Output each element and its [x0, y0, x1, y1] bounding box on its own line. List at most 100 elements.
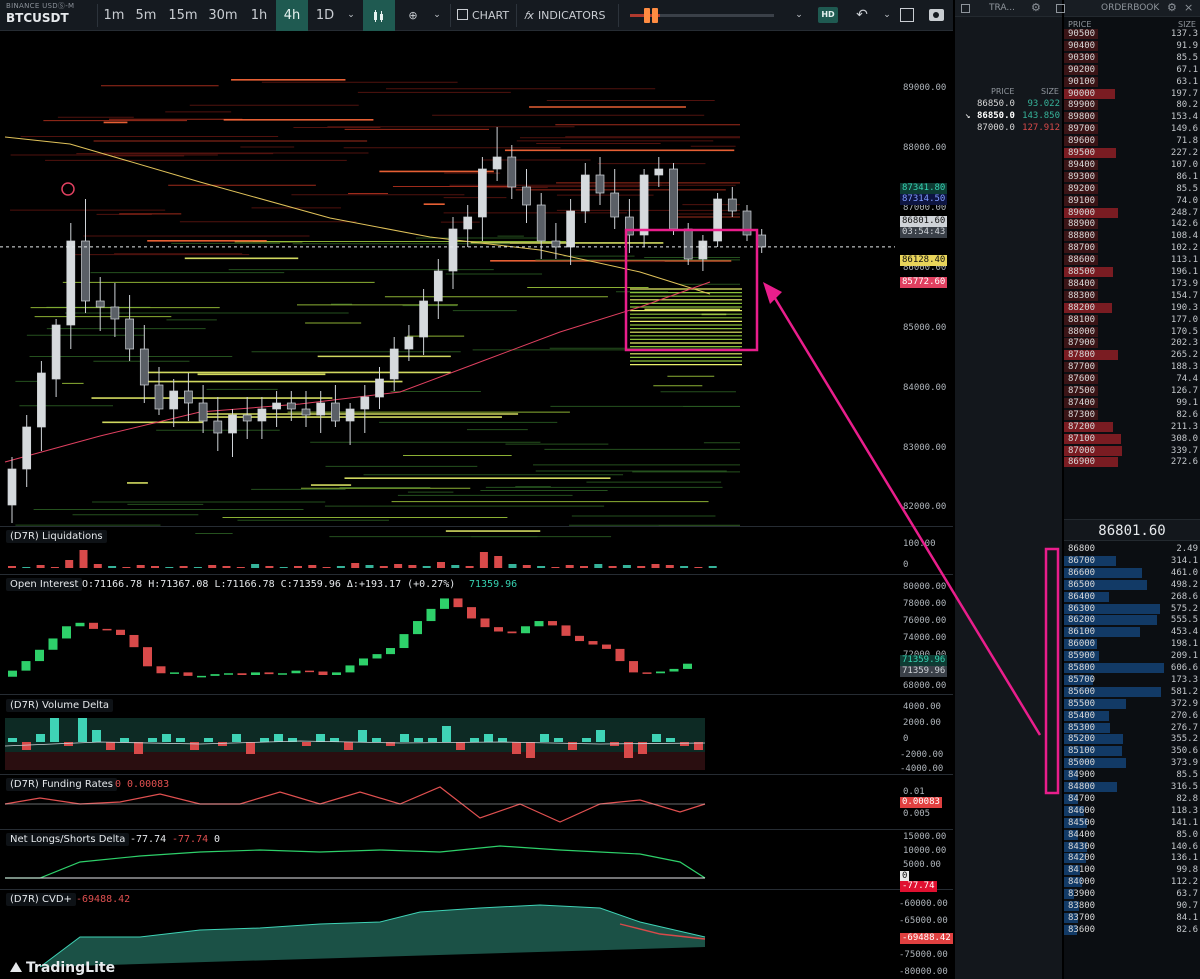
- ask-row[interactable]: 90200 67.1: [1064, 64, 1200, 76]
- bid-row[interactable]: 84600 118.3: [1064, 805, 1200, 817]
- ask-row[interactable]: 87700 188.3: [1064, 361, 1200, 373]
- bid-row[interactable]: 85800 606.6: [1064, 662, 1200, 674]
- symbol-selector[interactable]: BINANCE USDⓈ-M BTCUSDT: [6, 3, 74, 25]
- funding-rates-title[interactable]: (D7R) Funding Rates: [6, 778, 118, 791]
- ask-row[interactable]: 90300 85.5: [1064, 52, 1200, 64]
- ask-row[interactable]: 87400 99.1: [1064, 397, 1200, 409]
- bid-row[interactable]: 84500 141.1: [1064, 817, 1200, 829]
- timeframe-1h[interactable]: 1h: [244, 0, 274, 31]
- bid-row[interactable]: 84100 99.8: [1064, 864, 1200, 876]
- ask-row[interactable]: 89100 74.0: [1064, 195, 1200, 207]
- gear-icon[interactable]: ⚙: [1167, 1, 1177, 14]
- timeframe-1m[interactable]: 1m: [100, 0, 128, 31]
- timeframe-1d[interactable]: 1D: [310, 0, 340, 31]
- ask-row[interactable]: 88100 177.0: [1064, 314, 1200, 326]
- ask-row[interactable]: 87200 211.3: [1064, 421, 1200, 433]
- bid-row[interactable]: 85300 276.7: [1064, 722, 1200, 734]
- camera-icon[interactable]: [929, 9, 944, 21]
- ask-row[interactable]: 89300 86.1: [1064, 171, 1200, 183]
- ask-row[interactable]: 89400 107.0: [1064, 159, 1200, 171]
- indicators-button[interactable]: 𝑓x INDICATORS: [524, 0, 605, 31]
- timeframe-5m[interactable]: 5m: [131, 0, 161, 31]
- ask-row[interactable]: 88600 113.1: [1064, 254, 1200, 266]
- ask-row[interactable]: 88500 196.1: [1064, 266, 1200, 278]
- chevron-down-icon[interactable]: ⌄: [430, 0, 444, 31]
- ask-row[interactable]: 87900 202.3: [1064, 337, 1200, 349]
- bid-row[interactable]: 86600 461.0: [1064, 567, 1200, 579]
- bid-row[interactable]: 84300 140.6: [1064, 841, 1200, 853]
- liquidations-title[interactable]: (D7R) Liquidations: [6, 530, 107, 543]
- ask-row[interactable]: 87000 339.7: [1064, 445, 1200, 457]
- ask-row[interactable]: 88700 102.2: [1064, 242, 1200, 254]
- fullscreen-icon[interactable]: [900, 8, 914, 22]
- bid-row[interactable]: 85100 350.6: [1064, 745, 1200, 757]
- trades-title[interactable]: TRA...: [989, 3, 1015, 13]
- bid-row[interactable]: 85000 373.9: [1064, 757, 1200, 769]
- ask-row[interactable]: 89500 227.2: [1064, 147, 1200, 159]
- timeframe-15m[interactable]: 15m: [164, 0, 202, 31]
- slider-handle-high[interactable]: [652, 8, 658, 23]
- bid-row[interactable]: 83600 82.6: [1064, 924, 1200, 936]
- ask-row[interactable]: 89700 149.6: [1064, 123, 1200, 135]
- volume-delta-title[interactable]: (D7R) Volume Delta: [6, 699, 114, 712]
- ask-row[interactable]: 90000 197.7: [1064, 88, 1200, 100]
- bid-row[interactable]: 86800 2.49: [1064, 543, 1200, 555]
- orderbook-title[interactable]: ORDERBOOK: [1101, 3, 1159, 13]
- bid-row[interactable]: 85400 270.6: [1064, 710, 1200, 722]
- chevron-down-icon[interactable]: ⌄: [344, 0, 358, 31]
- bid-row[interactable]: 84000 112.2: [1064, 876, 1200, 888]
- bid-row[interactable]: 86400 268.6: [1064, 591, 1200, 603]
- ask-row[interactable]: 87100 308.0: [1064, 433, 1200, 445]
- ask-row[interactable]: 90500 137.3: [1064, 28, 1200, 40]
- ask-row[interactable]: 89200 85.5: [1064, 183, 1200, 195]
- ask-row[interactable]: 87300 82.6: [1064, 409, 1200, 421]
- bid-row[interactable]: 84700 82.8: [1064, 793, 1200, 805]
- chart-button[interactable]: CHART: [457, 0, 509, 31]
- bid-row[interactable]: 85600 581.2: [1064, 686, 1200, 698]
- bid-row[interactable]: 83900 63.7: [1064, 888, 1200, 900]
- bid-row[interactable]: 86500 498.2: [1064, 579, 1200, 591]
- net-longs-shorts-title[interactable]: Net Longs/Shorts Delta: [6, 833, 130, 846]
- chevron-down-icon[interactable]: ⌄: [880, 0, 894, 31]
- heatmap-range-slider[interactable]: [630, 8, 774, 23]
- ask-row[interactable]: 87800 265.2: [1064, 349, 1200, 361]
- globe-icon[interactable]: ⊕: [404, 0, 422, 31]
- close-icon[interactable]: ×: [1184, 1, 1193, 14]
- bid-row[interactable]: 84800 316.5: [1064, 781, 1200, 793]
- bid-row[interactable]: 85500 372.9: [1064, 698, 1200, 710]
- ask-row[interactable]: 88400 173.9: [1064, 278, 1200, 290]
- bid-row[interactable]: 83700 84.1: [1064, 912, 1200, 924]
- gear-icon[interactable]: ⚙: [1031, 1, 1041, 14]
- ask-row[interactable]: 87500 126.7: [1064, 385, 1200, 397]
- ask-row[interactable]: 89000 248.7: [1064, 207, 1200, 219]
- bid-row[interactable]: 84200 136.1: [1064, 852, 1200, 864]
- bid-row[interactable]: 85700 173.3: [1064, 674, 1200, 686]
- timeframe-30m[interactable]: 30m: [204, 0, 242, 31]
- ask-row[interactable]: 89900 80.2: [1064, 99, 1200, 111]
- ask-row[interactable]: 89600 71.8: [1064, 135, 1200, 147]
- bid-row[interactable]: 86700 314.1: [1064, 555, 1200, 567]
- bid-row[interactable]: 84400 85.0: [1064, 829, 1200, 841]
- bid-row[interactable]: 86300 575.2: [1064, 603, 1200, 615]
- ask-row[interactable]: 90100 63.1: [1064, 76, 1200, 88]
- ask-row[interactable]: 88200 190.3: [1064, 302, 1200, 314]
- ask-row[interactable]: 89800 153.4: [1064, 111, 1200, 123]
- chart-area[interactable]: 89000.00 88000.00 87000.00 86000.00 8500…: [0, 32, 953, 979]
- bid-row[interactable]: 85200 355.2: [1064, 733, 1200, 745]
- slider-handle-low[interactable]: [644, 8, 650, 23]
- ask-row[interactable]: 87600 74.4: [1064, 373, 1200, 385]
- bid-row[interactable]: 85900 209.1: [1064, 650, 1200, 662]
- hd-toggle[interactable]: HD: [818, 7, 838, 23]
- timeframe-4h[interactable]: 4h: [276, 0, 308, 31]
- bid-row[interactable]: 86000 198.1: [1064, 638, 1200, 650]
- cvd-title[interactable]: (D7R) CVD+: [6, 893, 76, 906]
- bid-row[interactable]: 84900 85.5: [1064, 769, 1200, 781]
- bid-row[interactable]: 86200 555.5: [1064, 614, 1200, 626]
- open-interest-title[interactable]: Open Interest: [6, 578, 83, 591]
- ask-row[interactable]: 86900 272.6: [1064, 456, 1200, 468]
- chevron-down-icon[interactable]: ⌄: [792, 0, 806, 31]
- candle-style-button[interactable]: [363, 0, 395, 31]
- bid-row[interactable]: 86100 453.4: [1064, 626, 1200, 638]
- ask-row[interactable]: 88300 154.7: [1064, 290, 1200, 302]
- undo-icon[interactable]: ↶: [852, 0, 872, 31]
